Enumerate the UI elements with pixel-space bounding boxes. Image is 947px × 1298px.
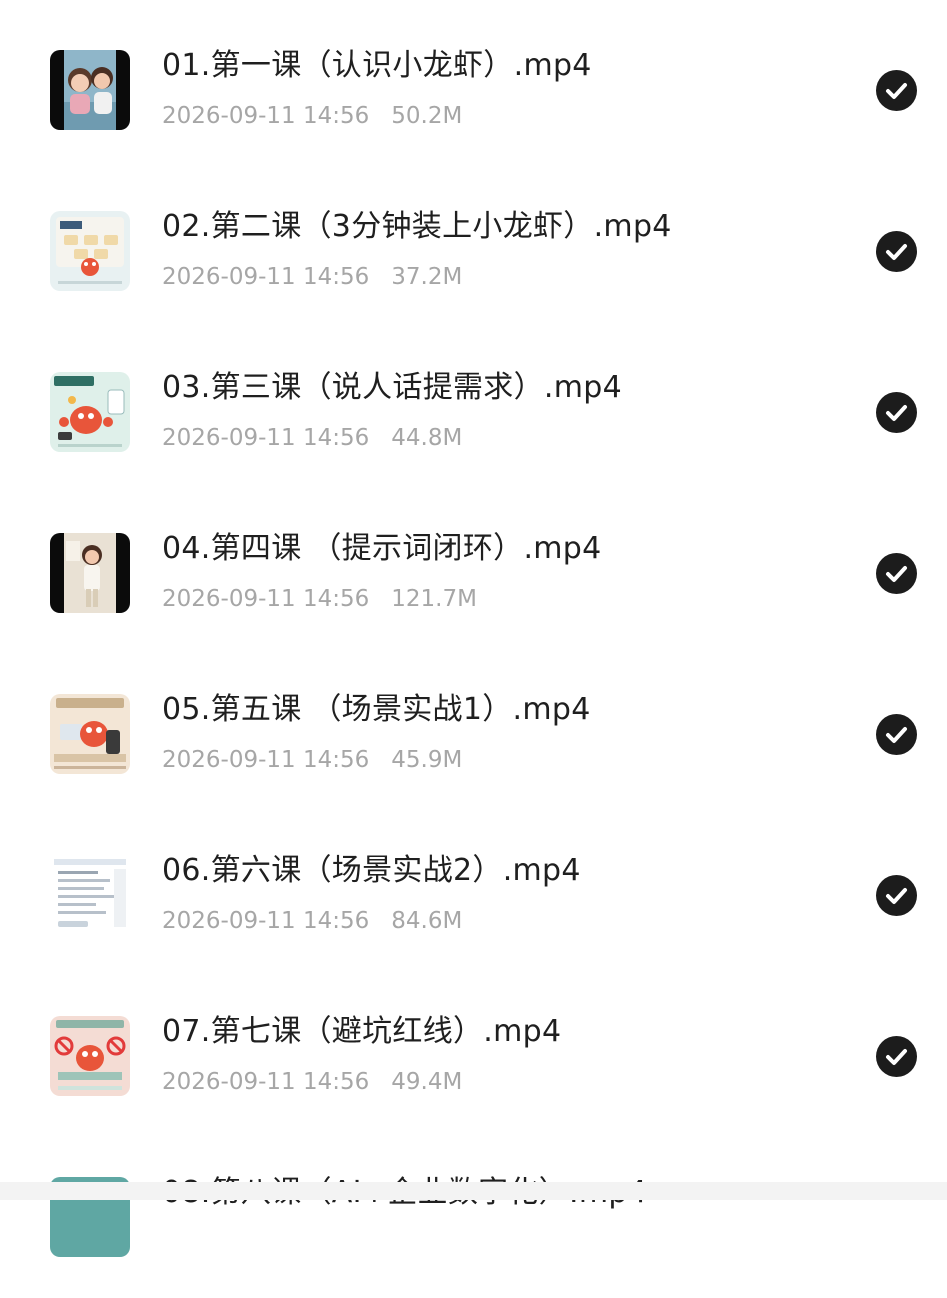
file-name: 06.第六课（场景实战2）.mp4 [162,853,581,888]
check-icon[interactable] [876,875,917,916]
video-thumbnail[interactable] [50,211,130,291]
file-name: 05.第五课 （场景实战1）.mp4 [162,692,591,727]
file-date: 2026-09-11 14:56 [162,1069,370,1095]
file-name: 04.第四课 （提示词闭环）.mp4 [162,531,602,566]
file-meta: 2026-09-11 14:56 45.9M [162,746,462,774]
file-size: 84.6M [391,908,463,934]
bottom-bar [0,1182,947,1200]
file-date: 2026-09-11 14:56 [162,747,370,773]
file-size: 121.7M [391,586,477,612]
check-icon[interactable] [876,231,917,272]
file-date: 2026-09-11 14:56 [162,425,370,451]
file-row[interactable]: 04.第四课 （提示词闭环）.mp4 2026-09-11 14:56 121.7… [0,493,947,654]
file-meta: 2026-09-11 14:56 121.7M [162,585,477,613]
file-row[interactable]: 06.第六课（场景实战2）.mp4 2026-09-11 14:56 84.6M [0,815,947,976]
video-thumbnail[interactable] [50,855,130,935]
check-icon[interactable] [876,392,917,433]
video-thumbnail[interactable] [50,372,130,452]
file-meta: 2026-09-11 14:56 44.8M [162,424,462,452]
video-thumbnail[interactable] [50,694,130,774]
file-row[interactable]: 07.第七课（避坑红线）.mp4 2026-09-11 14:56 49.4M [0,976,947,1137]
file-list: 01.第一课（认识小龙虾）.mp4 2026-09-11 14:56 50.2M [0,0,947,1257]
file-meta: 2026-09-11 14:56 49.4M [162,1068,462,1096]
file-name: 07.第七课（避坑红线）.mp4 [162,1014,562,1049]
file-row[interactable]: 08.第八课（AI+企业数字化）.mp4 [0,1137,947,1298]
file-size: 45.9M [391,747,463,773]
file-row[interactable]: 05.第五课 （场景实战1）.mp4 2026-09-11 14:56 45.9M [0,654,947,815]
file-row[interactable]: 03.第三课（说人话提需求）.mp4 2026-09-11 14:56 44.8M [0,332,947,493]
file-row[interactable]: 01.第一课（认识小龙虾）.mp4 2026-09-11 14:56 50.2M [0,10,947,171]
file-size: 44.8M [391,425,463,451]
file-meta: 2026-09-11 14:56 37.2M [162,263,462,291]
file-name: 02.第二课（3分钟装上小龙虾）.mp4 [162,209,672,244]
check-icon[interactable] [876,70,917,111]
file-meta: 2026-09-11 14:56 50.2M [162,102,462,130]
video-thumbnail[interactable] [50,1016,130,1096]
file-row[interactable]: 02.第二课（3分钟装上小龙虾）.mp4 2026-09-11 14:56 37.… [0,171,947,332]
file-date: 2026-09-11 14:56 [162,103,370,129]
file-size: 50.2M [391,103,463,129]
video-thumbnail[interactable] [50,50,130,130]
video-thumbnail[interactable] [50,533,130,613]
file-size: 37.2M [391,264,463,290]
file-size: 49.4M [391,1069,463,1095]
file-name: 03.第三课（说人话提需求）.mp4 [162,370,622,405]
check-icon[interactable] [876,553,917,594]
file-date: 2026-09-11 14:56 [162,586,370,612]
check-icon[interactable] [876,714,917,755]
file-date: 2026-09-11 14:56 [162,264,370,290]
file-meta: 2026-09-11 14:56 84.6M [162,907,462,935]
check-icon[interactable] [876,1036,917,1077]
file-name: 01.第一课（认识小龙虾）.mp4 [162,48,592,83]
file-date: 2026-09-11 14:56 [162,908,370,934]
